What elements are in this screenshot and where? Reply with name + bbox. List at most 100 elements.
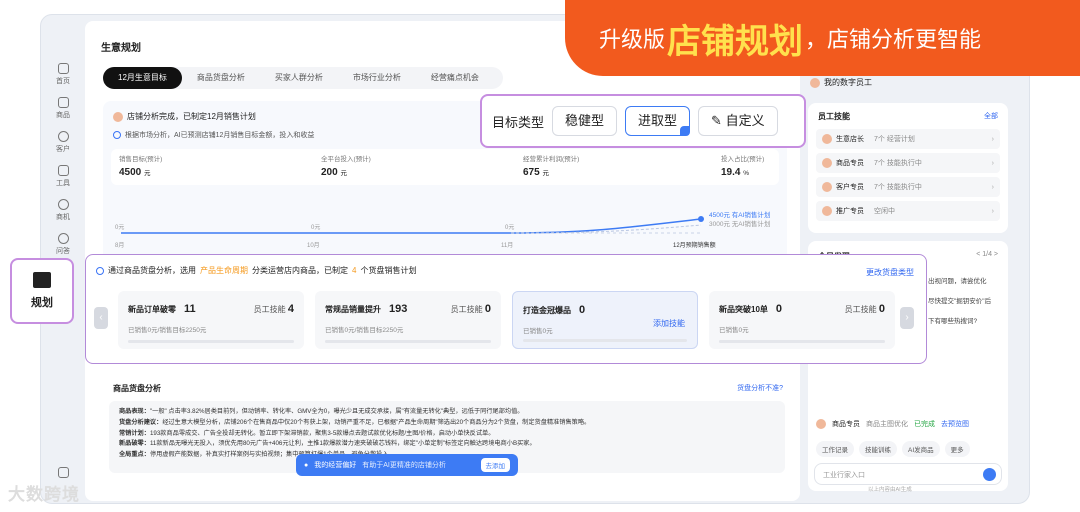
today-pager[interactable]: < 1/4 > bbox=[976, 251, 998, 258]
avatar bbox=[816, 419, 826, 429]
banner-prefix: 升级版 bbox=[599, 27, 666, 52]
progress-bar bbox=[325, 340, 491, 343]
sales-trend-chart: 0元 0元 0元 4500元 有AI销售计划 3000元 无AI销售计划 8月 … bbox=[115, 210, 770, 249]
add-skill-button[interactable]: 添加技能 bbox=[653, 318, 685, 329]
metric-unit: 元 bbox=[144, 170, 151, 177]
skill-count: 7个 技能执行中 bbox=[874, 160, 922, 167]
bulb-icon: ● bbox=[304, 461, 309, 469]
skill-count: 0 bbox=[878, 303, 885, 315]
check-icon bbox=[96, 266, 104, 275]
chat-input[interactable]: 工业行家入口 bbox=[814, 463, 1002, 485]
card-sub: 已销售0元/销售目标2250元 bbox=[325, 327, 404, 334]
goal-aggressive-button[interactable]: 进取型 bbox=[625, 106, 691, 136]
plan-header: 通过商品货盘分析，选用 产品生命周期 分类运营店内商品，已制定 4 个货盘销售计划 bbox=[96, 265, 416, 276]
section-title: 商品货盘分析 bbox=[113, 384, 161, 393]
digital-employee-header: 我的数字员工 bbox=[810, 77, 872, 88]
row-key: 常销计划： bbox=[119, 429, 150, 437]
no-ai-target-label: 3000元 无AI销售计划 bbox=[709, 219, 770, 228]
nav-opportunity[interactable]: 商机 bbox=[47, 199, 79, 222]
chip-more[interactable]: 更多 bbox=[944, 441, 970, 457]
agent-task: 商品主图优化 bbox=[866, 421, 908, 428]
goal-steady-button[interactable]: 稳健型 bbox=[552, 106, 618, 136]
metric-unit: 元 bbox=[340, 170, 347, 177]
plan-card-new-zero[interactable]: 新品订单破零 11 员工技能 4 已销售0元/销售目标2250元 bbox=[118, 291, 304, 349]
nav-tools[interactable]: 工具 bbox=[47, 165, 79, 188]
skill-row[interactable]: 商品专员 7个 技能执行中 › bbox=[816, 153, 1000, 173]
chip-skill-training[interactable]: 技能训练 bbox=[859, 441, 897, 457]
skills-all-link[interactable]: 全部 bbox=[984, 111, 998, 121]
avatar bbox=[810, 77, 820, 88]
chevron-right-icon: › bbox=[991, 135, 994, 143]
avatar bbox=[822, 206, 832, 216]
ai-trend-line bbox=[121, 218, 702, 234]
plan-count: 4 bbox=[352, 266, 357, 275]
row-value: 193款商品零成交、广告全投却无转化。暂立即下架滞销款，聚焦3-5款爆点去题试款… bbox=[149, 429, 495, 437]
avatar bbox=[822, 134, 832, 144]
card-title: 打造金冠爆品 bbox=[523, 306, 571, 315]
metric-ratio: 投入占比(预计) 19.4 % bbox=[721, 153, 764, 178]
skill-name: 商品专员 bbox=[836, 160, 864, 167]
discovery-item[interactable]: 出视问题，请尝优化 bbox=[928, 275, 987, 285]
next-arrow-button[interactable]: › bbox=[900, 307, 914, 329]
nav-qa[interactable]: 问答 bbox=[47, 233, 79, 256]
discovery-item[interactable]: 尽快提交"掘钥安价"后 bbox=[928, 295, 991, 305]
plan-text: 通过商品货盘分析，选用 bbox=[108, 266, 196, 275]
row-key: 货盘分析建议： bbox=[119, 418, 163, 426]
summary-text: 根据市场分析，AI已预测店铺12月销售目标金额，投入和收益 bbox=[125, 132, 315, 139]
nav-label: 问答 bbox=[56, 248, 70, 255]
tab-pain-points[interactable]: 经营痛点机会 bbox=[416, 67, 494, 89]
analysis-feedback-link[interactable]: 货盘分析不准? bbox=[737, 383, 783, 393]
goal-label: 目标类型 bbox=[492, 114, 545, 130]
banner-suffix: ，店铺分析更智能 bbox=[805, 27, 982, 52]
metric-profit: 经营累计利润(预计) 675 元 bbox=[523, 153, 579, 178]
chevron-right-icon: › bbox=[991, 183, 994, 191]
skill-count: 0 bbox=[484, 303, 491, 315]
metric-value: 4500 元 bbox=[119, 167, 162, 178]
tab-sales-goal[interactable]: 12月生意目标 bbox=[103, 67, 182, 89]
zero-label: 0元 bbox=[505, 224, 514, 231]
row-key: 新品破零： bbox=[119, 440, 150, 448]
avatar bbox=[822, 182, 832, 192]
metric-unit: % bbox=[743, 170, 750, 177]
skill-row[interactable]: 生意店长 7个 经营计划 › bbox=[816, 129, 1000, 149]
row-key: 全局重点： bbox=[119, 451, 150, 459]
nav-customer[interactable]: 客户 bbox=[47, 131, 79, 154]
chat-placeholder: 工业行家入口 bbox=[823, 472, 865, 479]
goal-custom-label: 自定义 bbox=[725, 113, 765, 128]
prev-arrow-button[interactable]: ‹ bbox=[94, 307, 108, 329]
goal-type-selector: 目标类型 稳健型 进取型 ✎ 自定义 bbox=[480, 94, 806, 148]
change-inventory-type-link[interactable]: 更改货盘类型 bbox=[866, 267, 914, 278]
chat-icon bbox=[57, 233, 69, 244]
agent-status: 已完成 bbox=[914, 421, 935, 428]
status-text: 店铺分析完成，已制定12月销售计划 bbox=[127, 112, 256, 121]
banner-highlight: 店铺规划 bbox=[667, 22, 804, 61]
skill-row[interactable]: 推广专员 空闲中 › bbox=[816, 201, 1000, 221]
plan-card-new-10[interactable]: 新品突破10单 0 员工技能 0 已销售0元 bbox=[709, 291, 895, 349]
pref-label: 我的经营偏好 bbox=[314, 462, 357, 469]
plan-card-regular[interactable]: 常规品销量提升 193 员工技能 0 已销售0元/销售目标2250元 bbox=[315, 291, 501, 349]
metric-number: 4500 bbox=[119, 167, 142, 178]
agent-preview-link[interactable]: 去预览图 bbox=[941, 419, 969, 429]
plan-card-crown[interactable]: 打造金冠爆品 0 添加技能 已销售0元 bbox=[512, 291, 698, 349]
analysis-row: 新品破零：11款新品无曝光无投入，须优先用80元广告+406元让利，主推1款爆款… bbox=[119, 439, 775, 450]
nav-doc[interactable] bbox=[47, 467, 79, 480]
discovery-item[interactable]: 下有哪些热搜词? bbox=[928, 315, 977, 325]
skill-count: 7个 经营计划 bbox=[874, 136, 915, 143]
metric-label: 全平台投入(预计) bbox=[321, 156, 371, 163]
nav-product[interactable]: 商品 bbox=[47, 97, 79, 120]
chip-ai-publish[interactable]: AI发商品 bbox=[902, 441, 940, 457]
analysis-row: 商品表现："一般" 点击率3.82%居类目前列，但动销率、转化率、GMV全为0，… bbox=[119, 407, 775, 418]
tab-market-analysis[interactable]: 市场行业分析 bbox=[338, 67, 416, 89]
tab-buyer-analysis[interactable]: 买家人群分析 bbox=[260, 67, 338, 89]
send-icon[interactable] bbox=[983, 468, 996, 481]
tag-icon bbox=[57, 97, 69, 108]
nav-home[interactable]: 首页 bbox=[47, 63, 79, 86]
chip-work-log[interactable]: 工作记录 bbox=[816, 441, 854, 457]
nav-label: 商品 bbox=[56, 112, 70, 119]
skills-title: 员工技能 bbox=[818, 112, 850, 121]
tab-product-analysis[interactable]: 商品货盘分析 bbox=[182, 67, 260, 89]
nav-plan-tab[interactable]: 规划 bbox=[10, 258, 74, 324]
add-preference-button[interactable]: 去添加 bbox=[480, 458, 510, 472]
skill-row[interactable]: 客户专员 7个 技能执行中 › bbox=[816, 177, 1000, 197]
goal-custom-button[interactable]: ✎ 自定义 bbox=[698, 106, 778, 136]
